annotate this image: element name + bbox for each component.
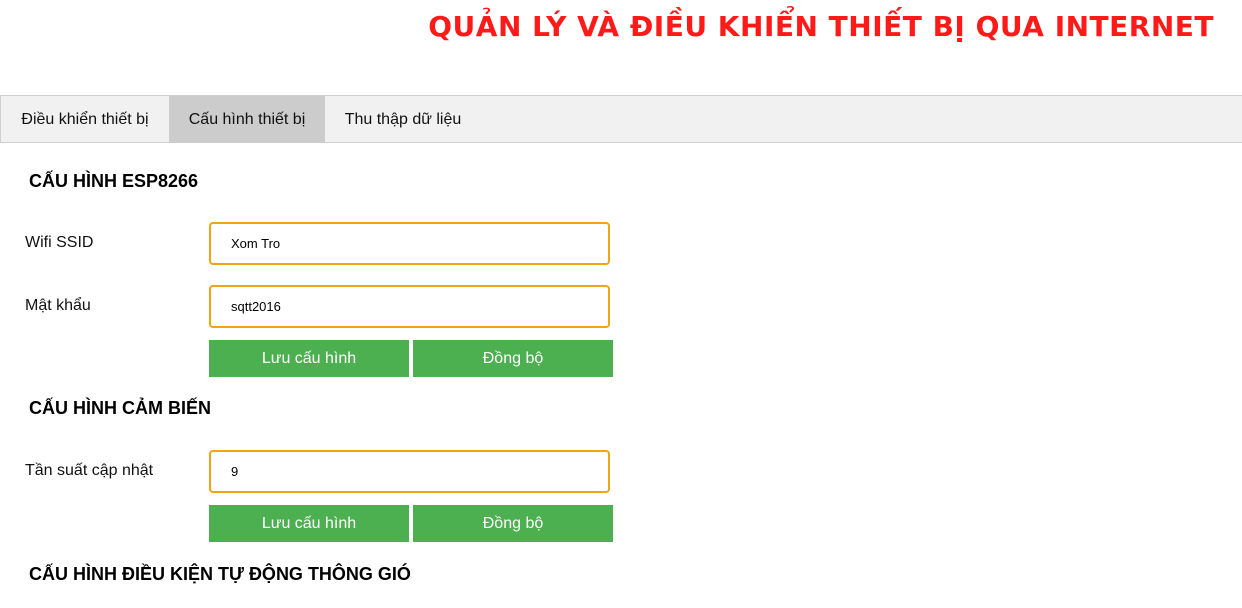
esp-sync-button[interactable]: Đồng bộ — [413, 340, 613, 377]
ventilation-config-heading: CẤU HÌNH ĐIỀU KIỆN TỰ ĐỘNG THÔNG GIÓ — [29, 564, 411, 584]
sensor-config-heading: CẤU HÌNH CẢM BIẾN — [29, 398, 211, 418]
tab-data-collection[interactable]: Thu thập dữ liệu — [325, 96, 481, 143]
esp-config-heading: CẤU HÌNH ESP8266 — [29, 171, 199, 191]
update-frequency-label: Tần suất cập nhật — [25, 462, 154, 479]
wifi-ssid-label: Wifi SSID — [25, 234, 94, 251]
tab-device-config[interactable]: Cấu hình thiết bị — [169, 96, 325, 143]
password-label: Mật khẩu — [25, 297, 91, 314]
page-title: QUẢN LÝ VÀ ĐIỀU KHIỂN THIẾT BỊ QUA INTER… — [428, 10, 1214, 43]
tab-bar: Điều khiển thiết bị Cấu hình thiết bị Th… — [0, 95, 1242, 143]
wifi-ssid-input[interactable] — [209, 222, 610, 265]
esp-save-button[interactable]: Lưu cấu hình — [209, 340, 409, 377]
tab-device-control[interactable]: Điều khiển thiết bị — [1, 96, 169, 143]
password-input[interactable] — [209, 285, 610, 328]
update-frequency-input[interactable] — [209, 450, 610, 493]
sensor-save-button[interactable]: Lưu cấu hình — [209, 505, 409, 542]
sensor-sync-button[interactable]: Đồng bộ — [413, 505, 613, 542]
